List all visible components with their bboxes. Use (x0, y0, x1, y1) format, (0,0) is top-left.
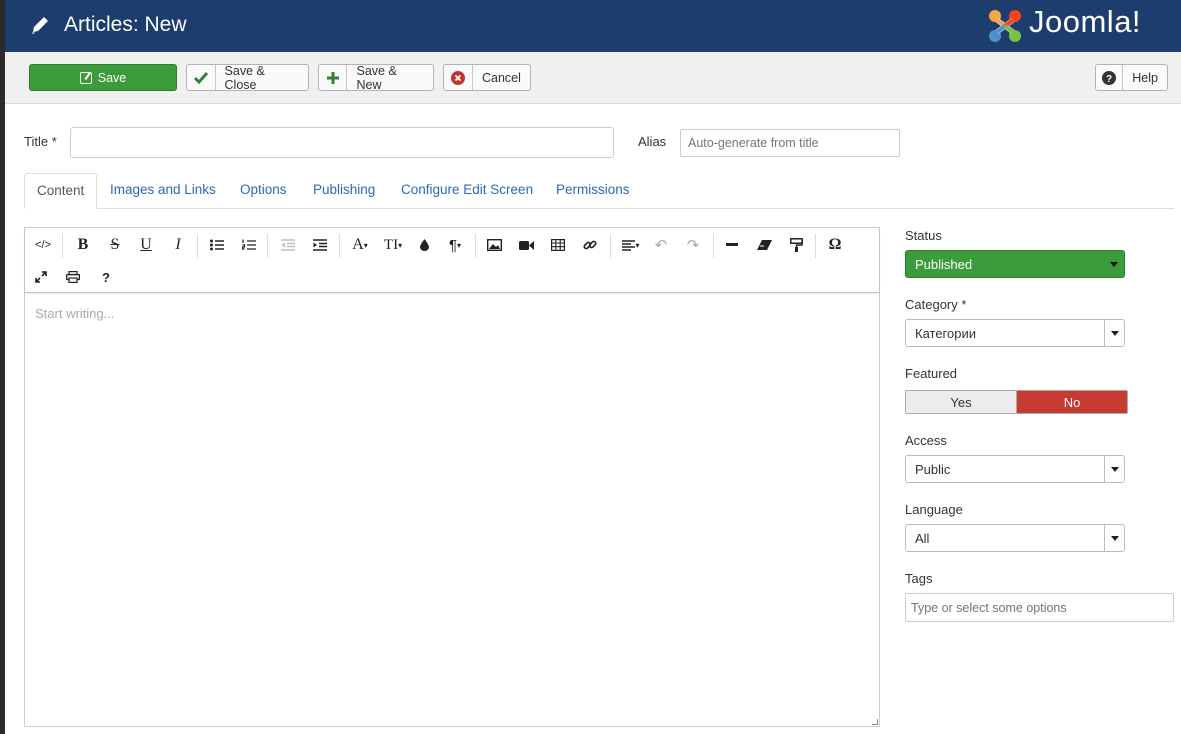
tab-configure-edit-screen[interactable]: Configure Edit Screen (389, 173, 545, 209)
bullet-list-icon[interactable] (202, 233, 232, 257)
svg-text:?: ? (1106, 74, 1112, 85)
code-icon[interactable]: </> (28, 233, 58, 257)
language-label: Language (905, 502, 963, 517)
chevron-down-icon (1104, 251, 1124, 277)
joomla-logo: Joomla! (985, 4, 1169, 46)
alias-input[interactable] (680, 129, 900, 157)
paragraph-icon[interactable]: ¶ ▾ (438, 233, 472, 257)
status-select[interactable]: Published (905, 250, 1125, 278)
save-close-label: Save & Close (224, 63, 265, 92)
indent-icon[interactable] (305, 233, 335, 257)
horizontal-rule-icon[interactable] (717, 233, 747, 257)
language-value: All (915, 531, 930, 546)
editor-toolbar: </> B S U I A ▾ TI ▾ ¶ ▾ ▾ ↶ ↷ Ω ? (25, 228, 879, 293)
save-close-button[interactable]: Save & Close (186, 63, 309, 92)
status-label: Status (905, 228, 942, 243)
table-icon[interactable] (543, 233, 573, 257)
italic-icon[interactable]: I (163, 233, 193, 257)
image-icon[interactable] (479, 233, 509, 257)
toolbar-separator (475, 234, 476, 258)
video-icon[interactable] (511, 233, 541, 257)
tags-label: Tags (905, 571, 933, 586)
tab-publishing[interactable]: Publishing (301, 173, 387, 209)
bold-icon[interactable]: B (68, 233, 98, 257)
tab-options[interactable]: Options (228, 173, 299, 209)
toolbar-separator (713, 234, 714, 258)
editor-placeholder[interactable]: Start writing... (35, 306, 114, 321)
toolbar-separator (197, 234, 198, 258)
save-new-button[interactable]: Save & New (318, 63, 434, 92)
eraser-icon[interactable] (749, 233, 779, 257)
tab-images-and-links[interactable]: Images and Links (98, 173, 228, 209)
chevron-down-icon (1104, 456, 1124, 482)
underline-icon[interactable]: U (131, 233, 161, 257)
help-label: Help (1132, 70, 1158, 85)
access-value: Public (915, 462, 951, 477)
omega-icon[interactable]: Ω (820, 233, 850, 257)
category-value: Категории (915, 326, 976, 341)
pencil-icon (32, 17, 48, 34)
redo-icon[interactable]: ↷ (678, 233, 708, 257)
save-new-label: Save & New (356, 63, 397, 92)
joomla-logo-icon (989, 10, 1021, 42)
tab-content[interactable]: Content (24, 173, 98, 209)
align-icon[interactable]: ▾ (614, 233, 648, 257)
save-label: Save (97, 70, 127, 85)
check-icon (187, 65, 216, 90)
toolbar-separator (62, 234, 63, 258)
chevron-down-icon (1104, 525, 1124, 551)
chevron-down-icon (1104, 320, 1124, 346)
question-circle-icon: ? (1096, 65, 1124, 90)
tab-permissions[interactable]: Permissions (544, 173, 642, 209)
tab-bar: Content Images and Links Options Publish… (24, 173, 1174, 209)
font-color-icon[interactable]: A ▾ (343, 233, 377, 257)
resize-handle[interactable] (872, 719, 878, 725)
window-edge (0, 0, 5, 734)
font-size-icon[interactable]: TI ▾ (376, 233, 410, 257)
plus-icon (319, 65, 348, 90)
toolbar-separator (267, 234, 268, 258)
access-label: Access (905, 433, 947, 448)
language-select[interactable]: All (905, 524, 1125, 552)
toolbar-separator (610, 234, 611, 258)
link-icon[interactable] (575, 233, 605, 257)
rich-text-editor: </> B S U I A ▾ TI ▾ ¶ ▾ ▾ ↶ ↷ Ω ? Start… (24, 227, 880, 727)
save-button[interactable]: Save (29, 64, 177, 91)
text-color-drop-icon[interactable] (409, 233, 439, 257)
action-toolbar: Save Save & Close Save & New Cancel ? He… (5, 52, 1181, 104)
featured-toggle: Yes No (905, 390, 1128, 414)
cancel-circle-icon (444, 65, 473, 90)
strikethrough-icon[interactable]: S (100, 233, 130, 257)
title-label: Title * (24, 134, 57, 149)
page-title: Articles: New (64, 13, 187, 36)
edit-icon (79, 71, 92, 84)
title-input[interactable] (70, 127, 614, 158)
format-painter-icon[interactable] (781, 233, 811, 257)
cancel-button[interactable]: Cancel (443, 64, 531, 91)
fullscreen-icon[interactable] (26, 265, 56, 289)
access-select[interactable]: Public (905, 455, 1125, 483)
cancel-label: Cancel (482, 70, 521, 85)
category-label: Category * (905, 297, 967, 312)
logo-text: Joomla! (1029, 4, 1142, 39)
category-select[interactable]: Категории (905, 319, 1125, 347)
alias-label: Alias (638, 134, 667, 149)
toolbar-separator (815, 234, 816, 258)
status-value: Published (915, 257, 973, 272)
help-button[interactable]: ? Help (1095, 64, 1168, 91)
help-icon[interactable]: ? (91, 265, 121, 289)
tags-input[interactable] (905, 593, 1174, 622)
featured-label: Featured (905, 366, 958, 381)
undo-icon[interactable]: ↶ (646, 233, 676, 257)
featured-no-button[interactable]: No (1017, 391, 1127, 413)
print-icon[interactable] (58, 265, 88, 289)
toolbar-separator (339, 234, 340, 258)
app-header: Articles: New Joomla! (5, 0, 1181, 52)
outdent-icon[interactable] (273, 233, 303, 257)
featured-yes-button[interactable]: Yes (906, 391, 1017, 413)
numbered-list-icon[interactable] (234, 233, 264, 257)
